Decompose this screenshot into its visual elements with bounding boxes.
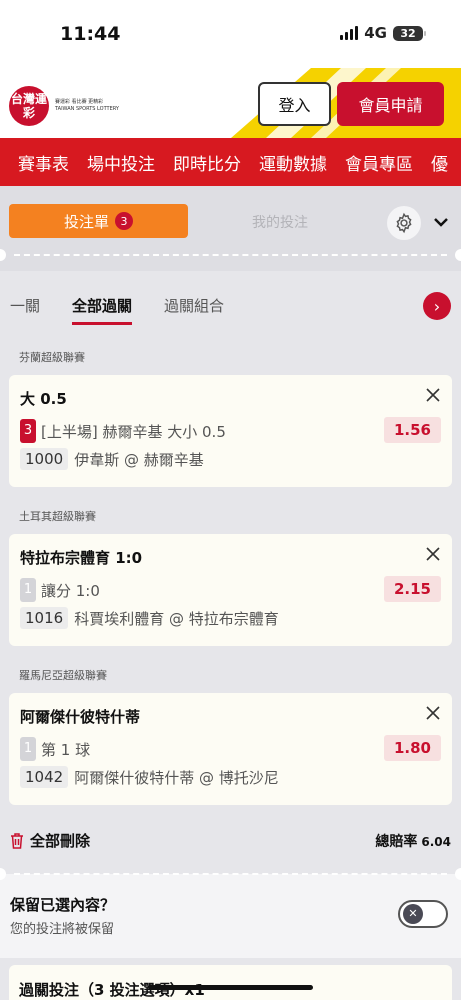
login-button[interactable]: 登入 — [258, 82, 331, 126]
betslip-count-badge: 3 — [115, 212, 133, 230]
bet-card: 大 0.5 3 [上半場] 赫爾辛基 大小 0.5 1.56 1000 伊韋斯 … — [9, 375, 452, 487]
bet-market: 讓分 1:0 — [41, 581, 100, 600]
keep-selection-panel: 保留已選內容？ 您的投注將被保留 ✕ — [0, 868, 461, 958]
nav-item-live-scores[interactable]: 即時比分 — [173, 150, 241, 175]
bet-selection: 大 0.5 — [20, 390, 67, 408]
keep-selection-toggle[interactable]: ✕ — [398, 900, 448, 928]
logo-mark: 台灣運彩 — [9, 86, 49, 126]
signal-icon — [340, 26, 359, 40]
delete-all-label: 全部刪除 — [30, 832, 91, 850]
bet-card: 阿爾傑什彼特什蒂 1 第 1 球 1.80 1042 阿爾傑什彼特什蒂 @ 博托… — [9, 693, 452, 805]
ticket-notch — [0, 868, 6, 880]
nav-item-more[interactable]: 優 — [431, 150, 448, 175]
bet-market: 第 1 球 — [41, 740, 91, 759]
close-icon[interactable] — [425, 546, 441, 562]
league-label: 土耳其超級聯賽 — [19, 510, 96, 523]
status-right: 4G 32 — [340, 24, 426, 42]
close-icon[interactable] — [425, 387, 441, 403]
tab-betslip-label: 投注單 — [63, 212, 109, 231]
status-bar: 11:44 4G 32 — [0, 0, 461, 68]
betslip-tabs: 投注單 3 我的投注 — [0, 186, 461, 271]
trash-icon — [11, 832, 23, 849]
odds-badge: 2.15 — [383, 576, 441, 602]
total-odds: 總賠率 6.04 — [375, 831, 451, 851]
match-name: 伊韋斯 @ 赫爾辛基 — [74, 450, 204, 469]
toggle-off-icon: ✕ — [403, 904, 423, 924]
nav-item-member-area[interactable]: 會員專區 — [345, 150, 413, 175]
settings-gear-icon[interactable] — [387, 206, 421, 240]
match-name: 科賈埃利體育 @ 特拉布宗體育 — [74, 609, 279, 628]
leg-number-badge: 1 — [20, 578, 36, 602]
ticket-divider — [0, 249, 461, 261]
betslip-summary: 全部刪除 總賠率 6.04 — [0, 828, 461, 852]
parlay-bet-card: 過關投注（3 投注選項）x1 — [9, 965, 452, 1000]
nav-item-schedule[interactable]: 賽事表 — [18, 150, 69, 175]
keep-selection-subtitle: 您的投注將被保留 — [10, 922, 115, 937]
bet-card: 特拉布宗體育 1:0 1 讓分 1:0 2.15 1016 科賈埃利體育 @ 特… — [9, 534, 452, 646]
brand-logo[interactable]: 台灣運彩 賽運彩 看比賽 更精彩 TAIWAN SPORTS LOTTERY — [9, 86, 119, 126]
delete-all-button[interactable]: 全部刪除 — [10, 830, 90, 851]
join-member-button[interactable]: 會員申請 — [337, 82, 444, 126]
match-code: 1042 — [20, 766, 69, 788]
tab-parlay-combo[interactable]: 過關組合 — [164, 295, 224, 316]
total-odds-value: 6.04 — [421, 835, 451, 849]
network-label: 4G — [364, 24, 387, 42]
app-header: 台灣運彩 賽運彩 看比賽 更精彩 TAIWAN SPORTS LOTTERY 登… — [0, 68, 461, 138]
leg-number-badge: 3 — [20, 419, 36, 443]
bet-type-tabs: 一關 全部過關 過關組合 › — [0, 289, 461, 329]
bet-market: [上半場] 赫爾辛基 大小 0.5 — [41, 422, 226, 441]
close-icon[interactable] — [425, 705, 441, 721]
odds-badge: 1.56 — [383, 417, 441, 443]
tab-my-bets[interactable]: 我的投注 — [210, 212, 350, 232]
leg-number-badge: 1 — [20, 737, 36, 761]
match-name: 阿爾傑什彼特什蒂 @ 博托沙尼 — [74, 768, 279, 787]
main-nav: 賽事表 場中投注 即時比分 運動數據 會員專區 優 — [0, 138, 461, 186]
ticket-notch — [455, 868, 461, 880]
tab-betslip[interactable]: 投注單 3 — [9, 204, 188, 238]
tab-all-parlay[interactable]: 全部過關 — [72, 295, 133, 325]
chevron-down-icon[interactable] — [432, 213, 450, 231]
keep-selection-title: 保留已選內容？ — [10, 896, 116, 914]
ticket-divider — [14, 873, 447, 875]
match-code: 1016 — [20, 607, 69, 629]
chevron-right-icon[interactable]: › — [423, 292, 451, 320]
status-time: 11:44 — [60, 23, 121, 45]
battery-icon: 32 — [393, 25, 426, 41]
match-code: 1000 — [20, 448, 69, 470]
league-label: 芬蘭超級聯賽 — [19, 351, 85, 364]
nav-item-sports-data[interactable]: 運動數據 — [259, 150, 327, 175]
nav-item-live-betting[interactable]: 場中投注 — [87, 150, 155, 175]
total-odds-label: 總賠率 — [375, 834, 418, 850]
bet-selection: 阿爾傑什彼特什蒂 — [20, 708, 141, 726]
home-indicator — [148, 985, 313, 990]
logo-tagline: 賽運彩 看比賽 更精彩 TAIWAN SPORTS LOTTERY — [55, 99, 119, 112]
bet-selection: 特拉布宗體育 1:0 — [20, 549, 143, 567]
odds-badge: 1.80 — [383, 735, 441, 761]
tab-single[interactable]: 一關 — [10, 295, 40, 316]
league-label: 羅馬尼亞超級聯賽 — [19, 669, 107, 682]
